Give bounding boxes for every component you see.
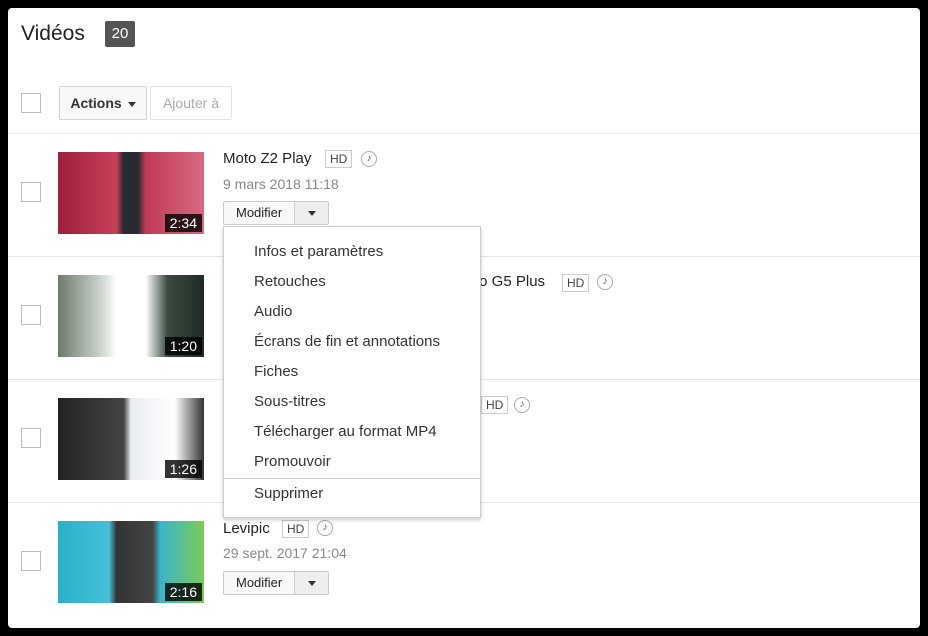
music-icon: ♪	[514, 397, 530, 413]
edit-button[interactable]: Modifier	[224, 202, 294, 224]
video-thumbnail[interactable]: 1:26	[58, 398, 204, 480]
edit-button-group: Modifier	[223, 201, 330, 225]
edit-dropdown-button[interactable]	[294, 572, 329, 594]
menu-item-info-settings[interactable]: Infos et paramètres	[254, 243, 383, 260]
duration: 1:26	[164, 460, 202, 478]
menu-item-delete[interactable]: Supprimer	[254, 485, 323, 502]
hd-badge: HD	[562, 274, 590, 292]
caret-down-icon	[307, 211, 316, 217]
video-date: 29 sept. 2017 21:04	[223, 545, 347, 561]
video-checkbox[interactable]	[21, 182, 41, 202]
menu-item-subtitles[interactable]: Sous-titres	[254, 393, 326, 410]
divider	[8, 133, 920, 134]
video-date: 9 mars 2018 11:18	[223, 176, 339, 192]
music-icon: ♪	[361, 151, 377, 167]
hd-badge: HD	[481, 396, 509, 414]
caret-down-icon	[307, 581, 316, 587]
menu-item-download-mp4[interactable]: Télécharger au format MP4	[254, 423, 437, 440]
video-title[interactable]: to G5 Plus	[475, 273, 545, 290]
hd-badge: HD	[282, 520, 310, 538]
menu-divider	[224, 478, 480, 479]
menu-item-enhancements[interactable]: Retouches	[254, 273, 326, 290]
video-title[interactable]: Moto Z2 Play	[223, 150, 311, 167]
actions-button[interactable]: Actions	[59, 86, 147, 120]
actions-label: Actions	[70, 95, 122, 111]
menu-item-audio[interactable]: Audio	[254, 303, 292, 320]
video-thumbnail[interactable]: 2:16	[58, 521, 204, 603]
duration: 2:34	[164, 214, 202, 232]
video-count-badge: 20	[105, 21, 135, 47]
edit-button[interactable]: Modifier	[224, 572, 294, 594]
menu-item-cards[interactable]: Fiches	[254, 363, 298, 380]
page-title: Vidéos	[21, 22, 85, 45]
edit-dropdown-menu: Infos et paramètres Retouches Audio Écra…	[223, 226, 481, 518]
videos-panel: Vidéos 20 Actions Ajouter à 2:34 Moto Z2…	[8, 8, 920, 628]
music-icon: ♪	[317, 520, 333, 536]
video-thumbnail[interactable]: 1:20	[58, 275, 204, 357]
menu-item-end-screens[interactable]: Écrans de fin et annotations	[254, 333, 440, 350]
video-thumbnail[interactable]: 2:34	[58, 152, 204, 234]
hd-badge: HD	[325, 150, 353, 168]
video-checkbox[interactable]	[21, 551, 41, 571]
caret-down-icon	[127, 101, 136, 107]
menu-item-promote[interactable]: Promouvoir	[254, 453, 331, 470]
video-title[interactable]: Levipic	[223, 520, 270, 537]
duration: 1:20	[164, 337, 202, 355]
music-icon: ♪	[597, 274, 613, 290]
edit-button-group: Modifier	[223, 571, 330, 595]
select-all-checkbox[interactable]	[21, 93, 41, 113]
duration: 2:16	[164, 583, 202, 601]
edit-dropdown-button[interactable]	[294, 202, 329, 224]
add-to-button[interactable]: Ajouter à	[150, 86, 232, 120]
video-checkbox[interactable]	[21, 428, 41, 448]
video-checkbox[interactable]	[21, 305, 41, 325]
